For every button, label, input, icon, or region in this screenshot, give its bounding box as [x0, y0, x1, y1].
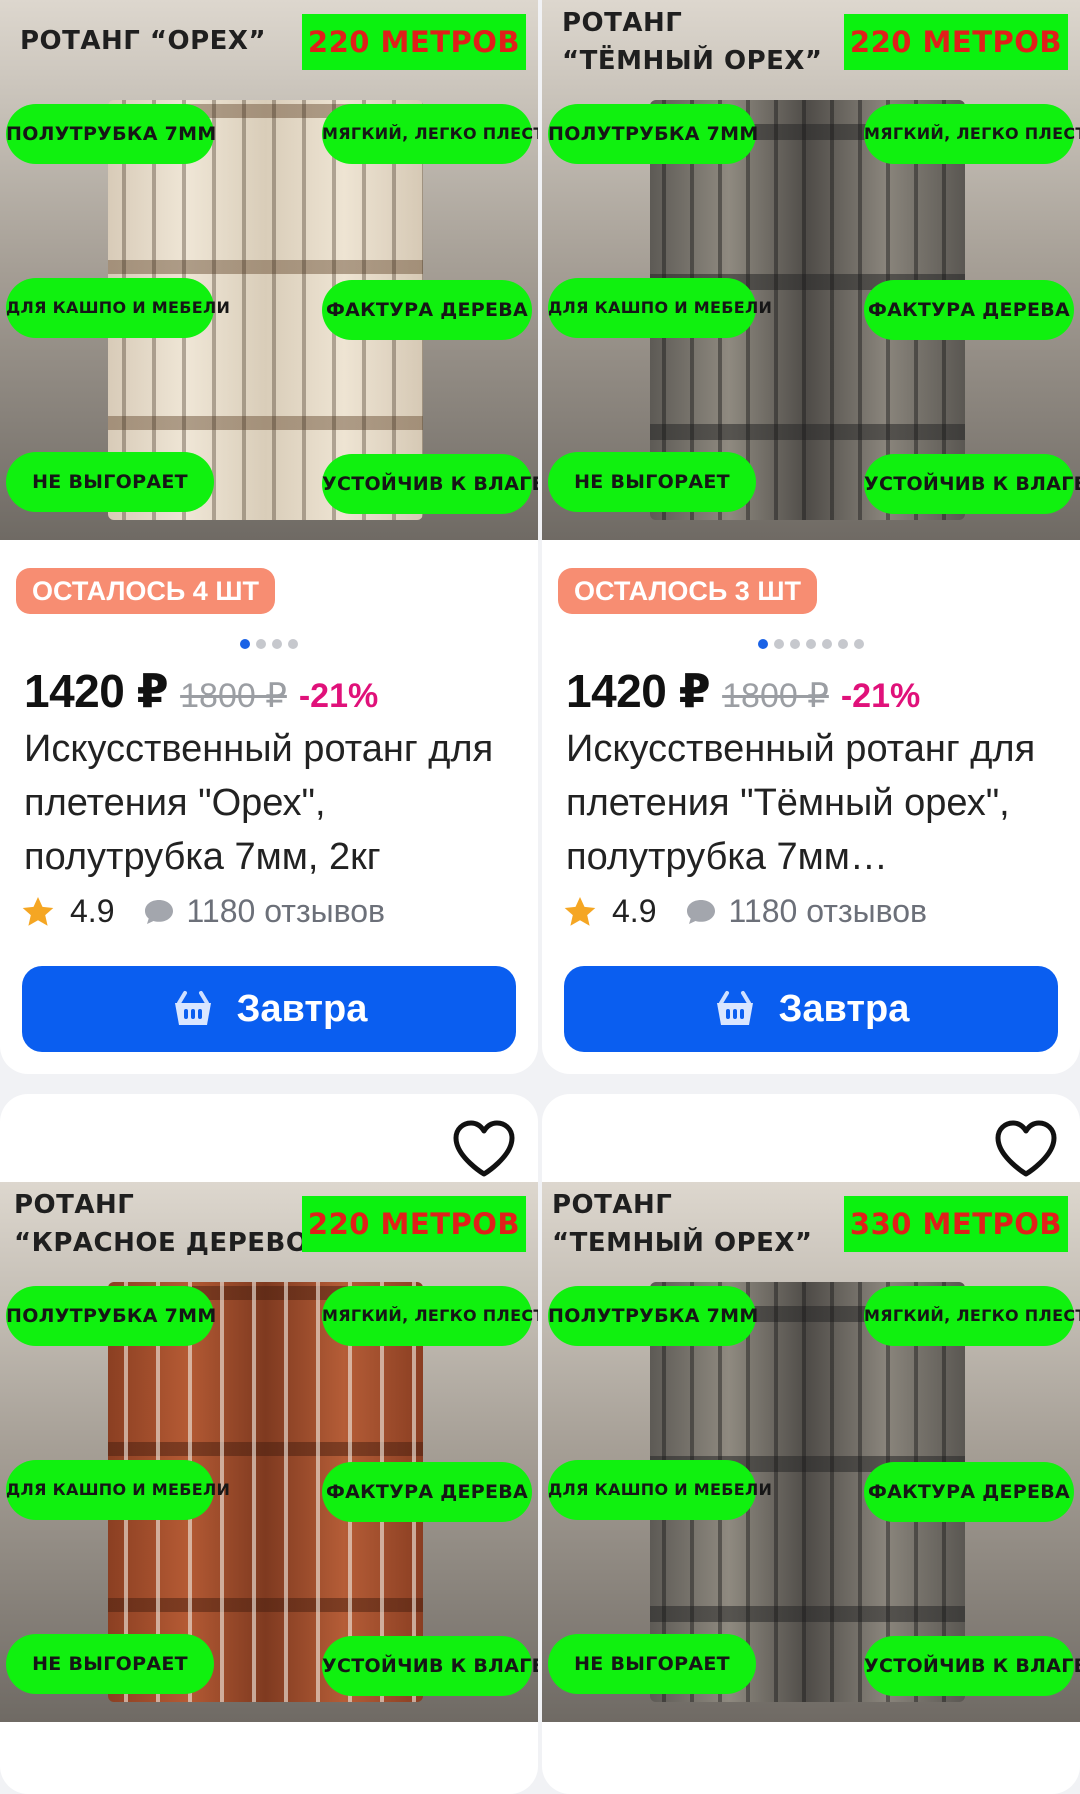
discount-label: -21%: [298, 677, 379, 715]
carousel-dot[interactable]: [288, 639, 298, 649]
feature-pill: ФАКТУРА ДЕРЕВА: [864, 280, 1074, 340]
photo-title: РОТАНГ “ТЕМНЫЙ ОРЕХ”: [552, 1190, 813, 1258]
carousel-dot[interactable]: [790, 639, 800, 649]
rating-row: 4.9 1180 отзывов: [562, 893, 927, 930]
price-line: 1420 ₽ 1800 ₽ -21%: [566, 664, 920, 718]
basket-icon: [716, 991, 753, 1025]
photo-title: РОТАНГ “ОРЕХ”: [20, 26, 267, 56]
carousel-dot[interactable]: [822, 639, 832, 649]
product-title[interactable]: Искусственный ротанг для плетения "Орех"…: [24, 722, 504, 884]
feature-pill: УСТОЙЧИВ К ВЛАГЕ: [864, 1636, 1080, 1696]
feature-pill: ФАКТУРА ДЕРЕВА: [322, 280, 532, 340]
delivery-button[interactable]: Завтра: [564, 966, 1058, 1052]
stock-badge: ОСТАЛОСЬ 4 ШТ: [16, 568, 275, 614]
feature-pill: НЕ ВЫГОРАЕТ: [548, 452, 756, 512]
carousel-dot[interactable]: [240, 639, 250, 649]
feature-pill: ФАКТУРА ДЕРЕВА: [322, 1462, 532, 1522]
feature-pill: УСТОЙЧИВ К ВЛАГЕ: [864, 454, 1080, 514]
photo-meters-label: 220 МЕТРОВ: [301, 14, 526, 70]
star-icon: [22, 896, 54, 926]
old-price: 1800 ₽: [180, 677, 287, 715]
carousel-dot[interactable]: [774, 639, 784, 649]
product-photo[interactable]: РОТАНГ “ТЁМНЫЙ ОРЕХ” 220 МЕТРОВ ПОЛУТРУБ…: [542, 0, 1080, 540]
comment-icon: [145, 899, 174, 924]
product-photo[interactable]: РОТАНГ “КРАСНОЕ ДЕРЕВО” 220 МЕТРОВ ПОЛУТ…: [0, 1182, 538, 1722]
feature-pill: НЕ ВЫГОРАЕТ: [6, 452, 214, 512]
feature-pill: ПОЛУТРУБКА 7ММ: [548, 1286, 758, 1346]
product-photo[interactable]: РОТАНГ “ТЕМНЫЙ ОРЕХ” 330 МЕТРОВ ПОЛУТРУБ…: [542, 1182, 1080, 1722]
feature-pill: НЕ ВЫГОРАЕТ: [548, 1634, 756, 1694]
heart-icon[interactable]: [452, 1120, 516, 1178]
feature-pill: ДЛЯ КАШПО И МЕБЕЛИ: [6, 278, 230, 338]
discount-label: -21%: [840, 677, 921, 715]
reviews-count[interactable]: 1180 отзывов: [728, 893, 927, 930]
rating-value: 4.9: [70, 893, 115, 929]
comment-icon: [687, 899, 716, 924]
current-price: 1420 ₽: [566, 665, 711, 717]
current-price: 1420 ₽: [24, 665, 169, 717]
delivery-button[interactable]: Завтра: [22, 966, 516, 1052]
feature-pill: ДЛЯ КАШПО И МЕБЕЛИ: [548, 1460, 772, 1520]
carousel-dots[interactable]: [0, 639, 538, 649]
feature-pill: МЯГКИЙ, ЛЕГКО ПЛЕСТИ: [322, 104, 538, 164]
feature-pill: ПОЛУТРУБКА 7ММ: [6, 1286, 216, 1346]
feature-pill: УСТОЙЧИВ К ВЛАГЕ: [322, 454, 538, 514]
reviews-count[interactable]: 1180 отзывов: [186, 893, 385, 930]
price-line: 1420 ₽ 1800 ₽ -21%: [24, 664, 378, 718]
feature-pill: МЯГКИЙ, ЛЕГКО ПЛЕСТИ: [864, 1286, 1080, 1346]
photo-meters-label: 220 МЕТРОВ: [843, 14, 1068, 70]
delivery-button-label: Завтра: [778, 987, 910, 1030]
photo-meters-label: 330 МЕТРОВ: [843, 1196, 1068, 1252]
feature-pill: ДЛЯ КАШПО И МЕБЕЛИ: [6, 1460, 230, 1520]
feature-pill: МЯГКИЙ, ЛЕГКО ПЛЕСТИ: [864, 104, 1080, 164]
feature-pill: ДЛЯ КАШПО И МЕБЕЛИ: [548, 278, 772, 338]
product-title[interactable]: Искусственный ротанг для плетения "Тёмны…: [566, 722, 1046, 884]
carousel-dot[interactable]: [854, 639, 864, 649]
photo-meters-label: 220 МЕТРОВ: [301, 1196, 526, 1252]
carousel-dot[interactable]: [838, 639, 848, 649]
star-icon: [564, 896, 596, 926]
carousel-dot[interactable]: [758, 639, 768, 649]
feature-pill: ФАКТУРА ДЕРЕВА: [864, 1462, 1074, 1522]
basket-icon: [174, 991, 211, 1025]
product-photo[interactable]: РОТАНГ “ОРЕХ” 220 МЕТРОВ ПОЛУТРУБКА 7ММ …: [0, 0, 538, 540]
stock-badge: ОСТАЛОСЬ 3 ШТ: [558, 568, 817, 614]
rating-row: 4.9 1180 отзывов: [20, 893, 385, 930]
feature-pill: ПОЛУТРУБКА 7ММ: [548, 104, 758, 164]
photo-title: РОТАНГ “КРАСНОЕ ДЕРЕВО”: [14, 1190, 327, 1258]
carousel-dot[interactable]: [806, 639, 816, 649]
feature-pill: НЕ ВЫГОРАЕТ: [6, 1634, 214, 1694]
heart-icon[interactable]: [994, 1120, 1058, 1178]
feature-pill: УСТОЙЧИВ К ВЛАГЕ: [322, 1636, 538, 1696]
delivery-button-label: Завтра: [236, 987, 368, 1030]
carousel-dot[interactable]: [256, 639, 266, 649]
product-card[interactable]: РОТАНГ “ОРЕХ” 220 МЕТРОВ ПОЛУТРУБКА 7ММ …: [0, 0, 538, 1074]
rating-value: 4.9: [612, 893, 657, 929]
old-price: 1800 ₽: [722, 677, 829, 715]
carousel-dot[interactable]: [272, 639, 282, 649]
carousel-dots[interactable]: [542, 639, 1080, 649]
feature-pill: ПОЛУТРУБКА 7ММ: [6, 104, 216, 164]
product-card[interactable]: РОТАНГ “ТЁМНЫЙ ОРЕХ” 220 МЕТРОВ ПОЛУТРУБ…: [542, 0, 1080, 1074]
feature-pill: МЯГКИЙ, ЛЕГКО ПЛЕСТИ: [322, 1286, 538, 1346]
product-card[interactable]: РОТАНГ “КРАСНОЕ ДЕРЕВО” 220 МЕТРОВ ПОЛУТ…: [0, 1094, 538, 1794]
product-card[interactable]: РОТАНГ “ТЕМНЫЙ ОРЕХ” 330 МЕТРОВ ПОЛУТРУБ…: [542, 1094, 1080, 1794]
photo-title: РОТАНГ “ТЁМНЫЙ ОРЕХ”: [562, 8, 823, 76]
